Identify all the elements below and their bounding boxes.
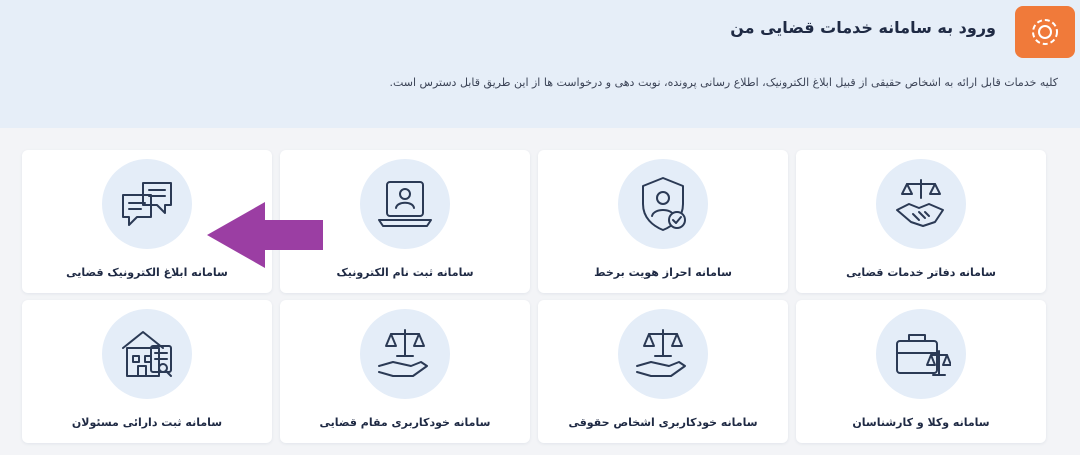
header-banner: ورود به سامانه خدمات قضایی من کلیه خدمات… [0,0,1080,128]
page-title: ورود به سامانه خدمات قضایی من [730,18,996,37]
service-card-legal-entities[interactable]: سامانه خودکاربری اشخاص حقوقی [538,300,788,443]
service-card-judicial-offices[interactable]: سامانه دفاتر خدمات قضایی [796,150,1046,293]
laptop-user-icon [360,159,450,249]
service-label: سامانه خودکاربری اشخاص حقوقی [568,416,758,429]
service-card-judicial-authority[interactable]: سامانه خودکاربری مقام قضایی [280,300,530,443]
service-label: سامانه ثبت دارائی مسئولان [71,416,223,429]
service-label: سامانه خودکاربری مقام قضایی [319,416,491,429]
building-document-icon [102,309,192,399]
chat-bubbles-icon [102,159,192,249]
service-card-online-identity[interactable]: سامانه احراز هویت برخط [538,150,788,293]
service-card-officials-assets[interactable]: سامانه ثبت دارائی مسئولان [22,300,272,443]
hand-scales-icon [360,309,450,399]
gear-icon [1015,6,1075,58]
arrow-left-icon [205,200,325,274]
service-label: سامانه دفاتر خدمات قضایی [846,266,996,279]
shield-user-check-icon [618,159,708,249]
hand-scales-icon [618,309,708,399]
page-description: کلیه خدمات قابل ارائه به اشخاص حقیقی از … [389,76,1058,89]
handshake-scales-icon [876,159,966,249]
service-label: سامانه وکلا و کارشناسان [852,416,990,429]
service-label: سامانه احراز هویت برخط [594,266,732,279]
briefcase-scales-icon [876,309,966,399]
service-card-lawyers-experts[interactable]: سامانه وکلا و کارشناسان [796,300,1046,443]
